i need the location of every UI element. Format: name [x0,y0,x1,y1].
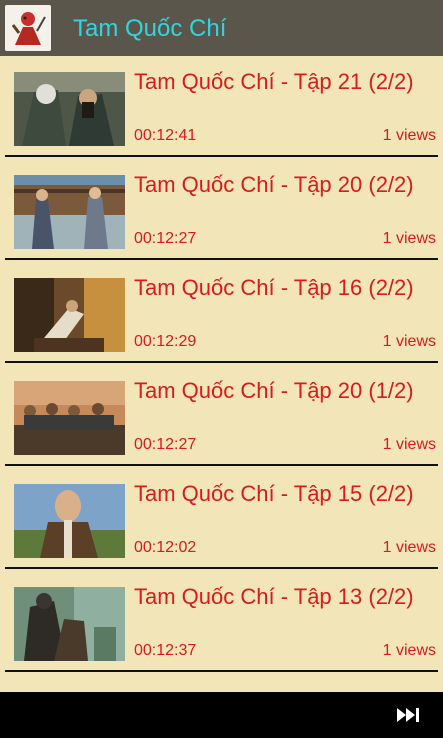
video-thumbnail[interactable] [14,175,125,249]
video-title: Tam Quốc Chí - Tập 20 (2/2) [134,172,414,197]
video-title: Tam Quốc Chí - Tập 21 (2/2) [134,69,414,94]
video-item[interactable]: Tam Quốc Chí - Tập 13 (2/2) 00:12:37 1 v… [5,571,438,672]
video-duration: 00:12:27 [134,230,197,247]
video-title: Tam Quốc Chí - Tập 20 (1/2) [134,378,414,403]
app-logo [5,5,51,51]
video-thumbnail[interactable] [14,484,125,558]
video-duration: 00:12:02 [134,539,197,556]
video-list: Tam Quốc Chí - Tập 21 (2/2) 00:12:41 1 v… [0,56,443,674]
video-duration: 00:12:29 [134,333,197,350]
video-views: 1 views [382,333,436,350]
video-item[interactable]: Tam Quốc Chí - Tập 21 (2/2) 00:12:41 1 v… [5,56,438,157]
video-duration: 00:12:37 [134,642,197,659]
video-title: Tam Quốc Chí - Tập 15 (2/2) [134,481,414,506]
video-thumbnail[interactable] [14,278,125,352]
app-title: Tam Quốc Chí [73,15,227,42]
video-views: 1 views [382,539,436,556]
video-item[interactable]: Tam Quốc Chí - Tập 15 (2/2) 00:12:02 1 v… [5,468,438,569]
video-views: 1 views [382,436,436,453]
app-bar [0,692,443,738]
video-title: Tam Quốc Chí - Tập 13 (2/2) [134,584,414,609]
skip-next-icon[interactable] [395,705,423,725]
video-duration: 00:12:41 [134,127,197,144]
video-duration: 00:12:27 [134,436,197,453]
video-item[interactable]: Tam Quốc Chí - Tập 20 (1/2) 00:12:27 1 v… [5,365,438,466]
video-thumbnail[interactable] [14,72,125,146]
video-views: 1 views [382,642,436,659]
video-views: 1 views [382,230,436,247]
video-thumbnail[interactable] [14,381,125,455]
video-item[interactable]: Tam Quốc Chí - Tập 20 (2/2) 00:12:27 1 v… [5,159,438,260]
video-title: Tam Quốc Chí - Tập 16 (2/2) [134,275,414,300]
video-thumbnail[interactable] [14,587,125,661]
video-views: 1 views [382,127,436,144]
app-header: Tam Quốc Chí [0,0,443,56]
video-item[interactable]: Tam Quốc Chí - Tập 16 (2/2) 00:12:29 1 v… [5,262,438,363]
